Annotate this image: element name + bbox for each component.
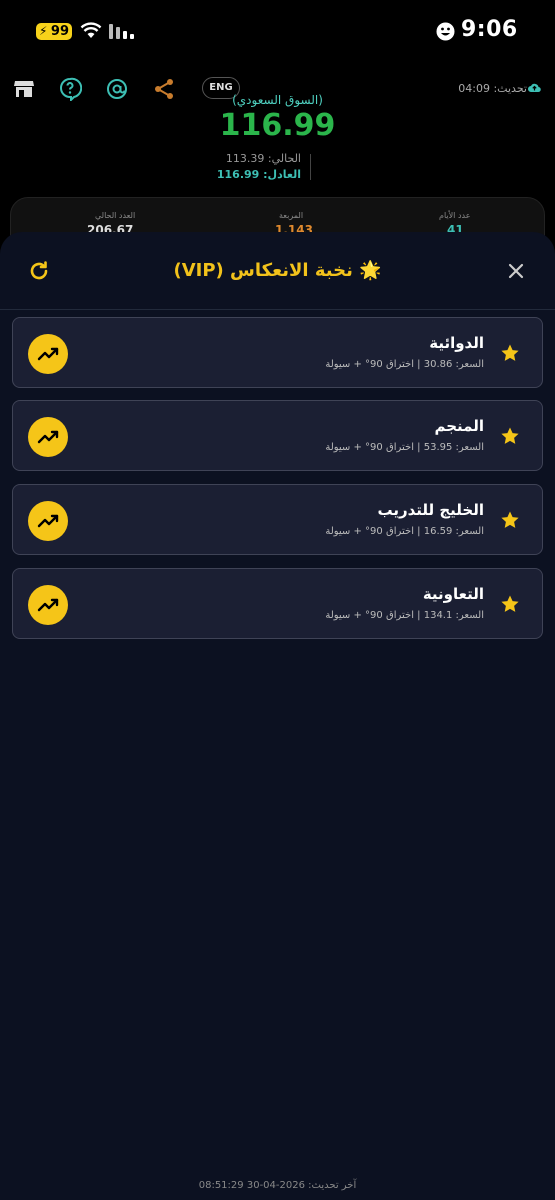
battery-level: 99 [50, 24, 69, 39]
list-item[interactable]: المنجم السعر: 53.95 | اختراق 90° + سيولة [12, 400, 543, 471]
last-update-footer: آخر تحديث: 2026-04-30 08:51:29 [198, 1180, 357, 1191]
list-item[interactable]: التعاونية السعر: 134.1 | اختراق 90° + سي… [12, 568, 543, 639]
trend-chart-button[interactable] [28, 417, 68, 457]
market-price: 116.99 [219, 108, 336, 143]
status-bar: ⚡ 99 9:06 [0, 0, 555, 64]
smiley-icon [436, 22, 455, 41]
item-name: المنجم [434, 417, 484, 435]
close-icon[interactable] [506, 261, 526, 281]
star-icon [501, 427, 519, 444]
stat-label: عدد الأيام [439, 211, 471, 220]
trend-chart-button[interactable] [28, 501, 68, 541]
item-detail: السعر: 53.95 | اختراق 90° + سيولة [325, 442, 484, 453]
status-time: 9:06 [461, 17, 518, 42]
item-name: التعاونية [422, 585, 484, 603]
star-icon [501, 595, 519, 612]
trending-up-icon [37, 430, 59, 444]
signal-icon [109, 24, 134, 39]
trending-up-icon [37, 598, 59, 612]
fair-price-label: العادل: 116.99 [216, 168, 301, 181]
screen: ⚡ 99 9:06 ENG تحديث: 04:09 (السوق السعود… [0, 0, 555, 1200]
star-icon [501, 511, 519, 528]
list-item[interactable]: الدوائية السعر: 30.86 | اختراق 90° + سيو… [12, 317, 543, 388]
item-detail: السعر: 16.59 | اختراق 90° + سيولة [325, 526, 484, 537]
current-price-label: الحالي: 113.39 [225, 152, 301, 165]
divider [310, 154, 311, 180]
stat-label: العدد الحالي [95, 211, 136, 220]
trending-up-icon [37, 347, 59, 361]
modal-title-text: نخبة الانعكاس (VIP) [173, 260, 353, 281]
bolt-icon: ⚡ [39, 24, 48, 38]
vip-modal-sheet: 🌟 نخبة الانعكاس (VIP) الدوائية السعر: 30… [0, 232, 555, 1200]
item-detail: السعر: 134.1 | اختراق 90° + سيولة [325, 610, 484, 621]
modal-header: 🌟 نخبة الانعكاس (VIP) [0, 232, 555, 310]
market-name: (السوق السعودي) [232, 93, 323, 107]
star-sparkle-icon: 🌟 [359, 260, 382, 281]
wifi-icon [80, 22, 102, 38]
trend-chart-button[interactable] [28, 334, 68, 374]
trending-up-icon [37, 514, 59, 528]
list-item[interactable]: الخليج للتدريب السعر: 16.59 | اختراق 90°… [12, 484, 543, 555]
battery-indicator: ⚡ 99 [36, 23, 72, 40]
trend-chart-button[interactable] [28, 585, 68, 625]
star-icon [501, 344, 519, 361]
item-name: الخليج للتدريب [377, 501, 484, 519]
modal-title: 🌟 نخبة الانعكاس (VIP) [0, 260, 555, 281]
item-detail: السعر: 30.86 | اختراق 90° + سيولة [325, 359, 484, 370]
item-name: الدوائية [429, 334, 484, 352]
stat-label: المربعة [279, 211, 304, 220]
